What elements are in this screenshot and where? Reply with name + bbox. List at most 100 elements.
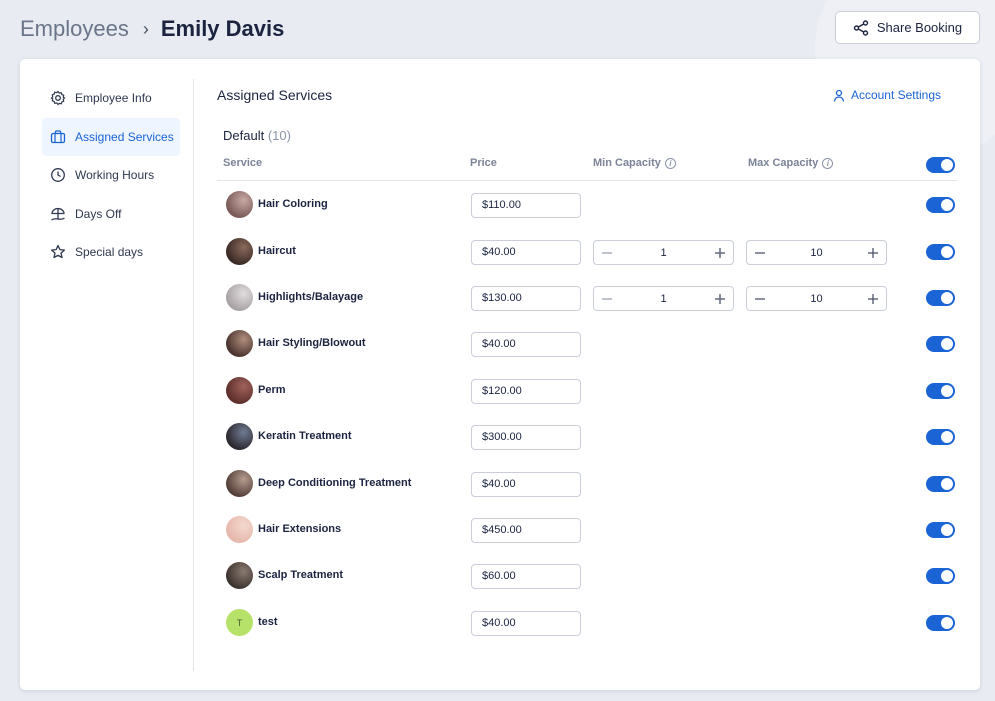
table-row: Hair Coloring $110.00 <box>217 187 957 223</box>
price-input[interactable]: $40.00 <box>471 332 581 357</box>
info-icon[interactable]: i <box>822 157 834 169</box>
service-enabled-toggle[interactable] <box>926 476 955 492</box>
service-name: test <box>258 616 278 628</box>
beach-umbrella-icon <box>51 207 65 221</box>
main-card: Employee Info Assigned Services Working … <box>20 59 980 690</box>
service-name: Hair Styling/Blowout <box>258 337 366 349</box>
sidebar-divider <box>193 79 194 671</box>
service-name: Haircut <box>258 245 296 257</box>
price-input[interactable]: $450.00 <box>471 518 581 543</box>
service-avatar <box>226 470 253 497</box>
plus-icon[interactable] <box>713 292 727 306</box>
sidebar-item-assigned-services[interactable]: Assigned Services <box>42 117 180 156</box>
sidebar-item-label: Assigned Services <box>75 129 174 144</box>
sidebar-item-days-off[interactable]: Days Off <box>42 195 180 233</box>
table-header: Service Price Min Capacity i Max Capacity… <box>217 151 957 181</box>
service-enabled-toggle[interactable] <box>926 429 955 445</box>
sidebar-item-special-days[interactable]: Special days <box>42 233 180 271</box>
group-count: (10) <box>267 128 291 143</box>
sidebar-item-label: Days Off <box>75 206 122 221</box>
price-input[interactable]: $40.00 <box>471 472 581 497</box>
price-input[interactable]: $130.00 <box>471 286 581 311</box>
star-icon <box>50 244 66 259</box>
minus-icon[interactable] <box>600 246 614 260</box>
section-title: Assigned Services <box>217 87 333 103</box>
account-settings-link[interactable]: Account Settings <box>833 88 941 102</box>
service-avatar <box>226 238 253 265</box>
service-enabled-toggle[interactable] <box>926 197 955 213</box>
column-header-price: Price <box>470 157 497 169</box>
service-avatar <box>226 191 253 218</box>
max-capacity-label: Max Capacity <box>748 157 819 169</box>
service-avatar <box>226 284 253 311</box>
service-name: Highlights/Balayage <box>258 291 364 303</box>
toggle-all-services[interactable] <box>926 157 955 173</box>
price-input[interactable]: $110.00 <box>471 193 581 218</box>
service-avatar <box>226 330 253 357</box>
service-enabled-toggle[interactable] <box>926 244 955 260</box>
price-input[interactable]: $120.00 <box>471 379 581 404</box>
min-capacity-stepper[interactable]: 1 <box>593 286 734 311</box>
top-bar: Employees › Emily Davis Share Booking <box>20 11 980 46</box>
table-row: Deep Conditioning Treatment $40.00 <box>217 466 957 502</box>
column-header-max-capacity: Max Capacity i <box>748 157 834 169</box>
share-booking-label: Share Booking <box>876 20 963 35</box>
sidebar-item-employee-info[interactable]: Employee Info <box>42 79 180 117</box>
table-row: Ttest $40.00 <box>217 605 957 641</box>
sidebar: Employee Info Assigned Services Working … <box>42 79 180 272</box>
price-input[interactable]: $40.00 <box>471 611 581 636</box>
stepper-value[interactable]: 1 <box>660 293 666 305</box>
sidebar-item-label: Special days <box>75 245 144 259</box>
service-name: Keratin Treatment <box>258 430 352 442</box>
sidebar-item-working-hours[interactable]: Working Hours <box>42 156 180 194</box>
max-capacity-stepper[interactable]: 10 <box>746 240 887 265</box>
info-icon[interactable]: i <box>664 157 676 169</box>
plus-icon[interactable] <box>866 292 880 306</box>
table-row: Keratin Treatment $300.00 <box>217 419 957 455</box>
minus-icon[interactable] <box>753 246 767 260</box>
service-name: Hair Coloring <box>258 198 328 210</box>
service-name: Hair Extensions <box>258 523 342 535</box>
table-row: Haircut $40.00 1 10 <box>217 234 957 270</box>
max-capacity-stepper[interactable]: 10 <box>746 286 887 311</box>
service-name: Scalp Treatment <box>258 569 343 581</box>
table-row: Hair Styling/Blowout $40.00 <box>217 326 957 362</box>
minus-icon[interactable] <box>600 292 614 306</box>
price-input[interactable]: $300.00 <box>471 425 581 450</box>
minus-icon[interactable] <box>753 292 767 306</box>
gear-icon <box>50 90 66 106</box>
price-input[interactable]: $40.00 <box>471 240 581 265</box>
share-icon <box>853 19 869 36</box>
table-row: Perm $120.00 <box>217 373 957 409</box>
service-enabled-toggle[interactable] <box>926 336 955 352</box>
plus-icon[interactable] <box>713 246 727 260</box>
stepper-value[interactable]: 10 <box>810 293 822 305</box>
service-name: Deep Conditioning Treatment <box>258 477 412 489</box>
service-name: Perm <box>258 384 286 396</box>
price-input[interactable]: $60.00 <box>471 564 581 589</box>
min-capacity-label: Min Capacity <box>593 157 661 169</box>
table-row: Hair Extensions $450.00 <box>217 512 957 548</box>
briefcase-icon <box>50 129 66 143</box>
min-capacity-stepper[interactable]: 1 <box>593 240 734 265</box>
service-enabled-toggle[interactable] <box>926 615 955 631</box>
service-avatar: T <box>226 609 253 636</box>
group-name: Default <box>223 128 265 143</box>
service-enabled-toggle[interactable] <box>926 522 955 538</box>
service-enabled-toggle[interactable] <box>926 383 955 399</box>
plus-icon[interactable] <box>866 246 880 260</box>
share-booking-button[interactable]: Share Booking <box>835 11 980 44</box>
stepper-value[interactable]: 10 <box>810 247 822 259</box>
table-row: Scalp Treatment $60.00 <box>217 558 957 594</box>
breadcrumb-separator-icon: › <box>142 18 149 39</box>
column-header-service: Service <box>223 157 263 169</box>
service-avatar <box>226 516 253 543</box>
service-avatar <box>226 423 253 450</box>
clock-icon <box>51 168 65 182</box>
account-settings-label: Account Settings <box>850 88 941 102</box>
column-header-min-capacity: Min Capacity i <box>593 157 676 169</box>
service-enabled-toggle[interactable] <box>926 568 955 584</box>
breadcrumb-employees[interactable]: Employees <box>20 16 129 42</box>
service-enabled-toggle[interactable] <box>926 290 955 306</box>
stepper-value[interactable]: 1 <box>660 247 666 259</box>
